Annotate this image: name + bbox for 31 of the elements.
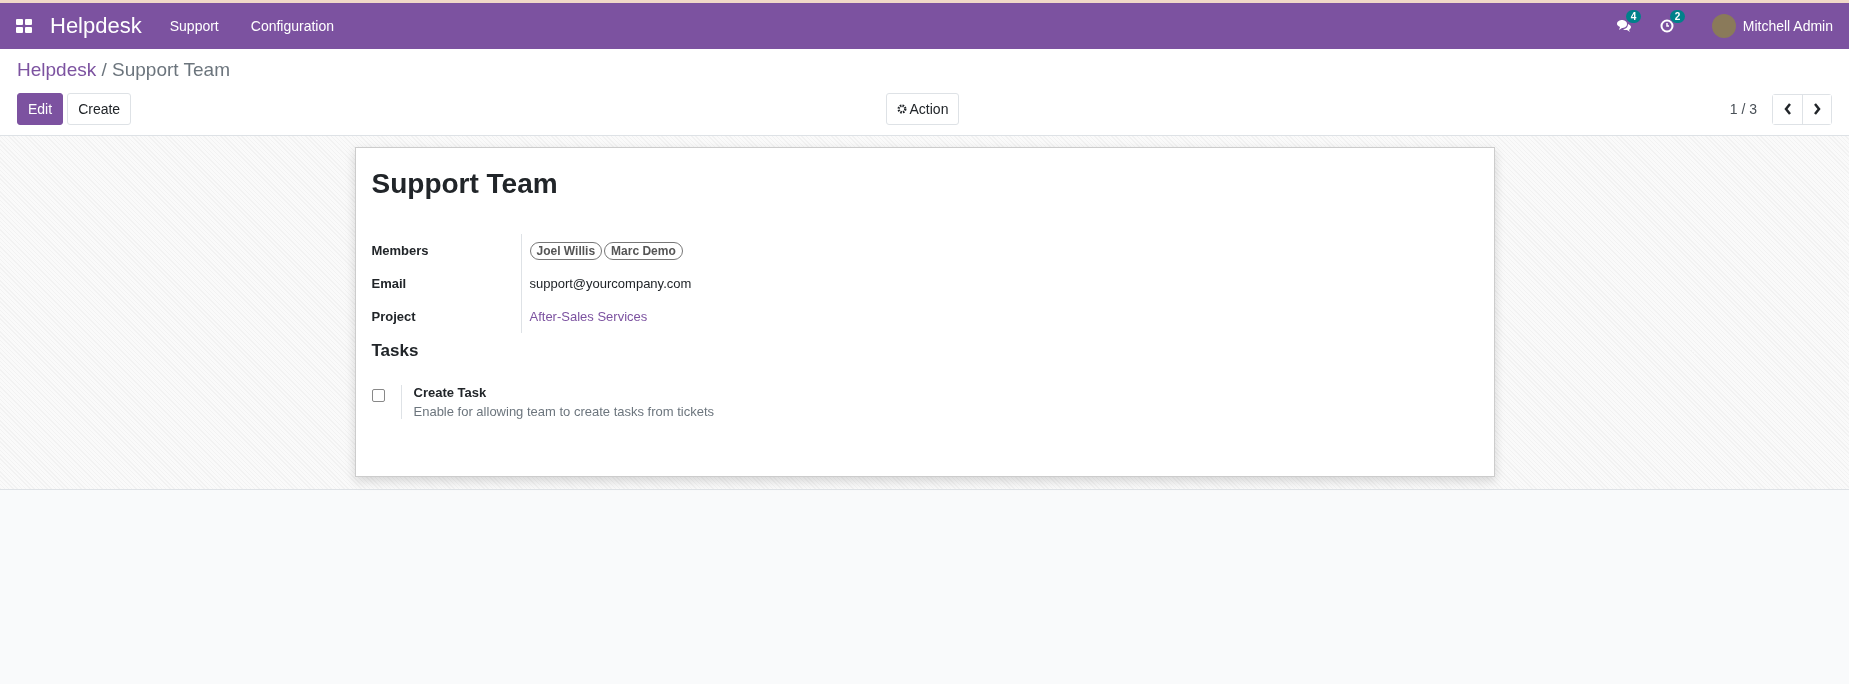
- pager-value: 1 / 3: [1729, 101, 1757, 117]
- edit-button[interactable]: Edit: [17, 93, 64, 125]
- checkbox[interactable]: [371, 389, 385, 402]
- breadcrumb-current: Support Team: [112, 59, 230, 80]
- breadcrumb-link[interactable]: Helpdesk: [17, 59, 97, 80]
- breadcrumb-separator: /: [101, 59, 107, 80]
- create-button[interactable]: Create: [67, 93, 132, 125]
- next-button[interactable]: [1802, 94, 1831, 124]
- activity-count-badge: 2: [1669, 10, 1686, 23]
- app-name[interactable]: Helpdesk: [50, 13, 142, 39]
- apps-grid-icon[interactable]: [16, 19, 32, 33]
- action-button[interactable]: Action: [885, 93, 960, 125]
- chat-icon[interactable]: [1615, 19, 1632, 33]
- field-label: Members: [371, 234, 522, 267]
- chevron-left-icon: [1783, 103, 1792, 115]
- message-count-badge: 4: [1625, 10, 1642, 23]
- setting-title: Create Task: [413, 385, 488, 400]
- field-value: support@yourcompany.com: [529, 276, 692, 291]
- field-label: Email: [371, 267, 522, 300]
- avatar-placeholder: [1711, 14, 1736, 38]
- setting-description: Enable for allowing team to create tasks from tickets: [413, 404, 715, 419]
- record-title: Support Team: [371, 168, 559, 200]
- project-link[interactable]: After-Sales Services: [529, 309, 648, 324]
- menu-item[interactable]: Configuration: [250, 18, 335, 34]
- user-name[interactable]: Mitchell Admin: [1742, 18, 1833, 34]
- menu-item[interactable]: Support: [169, 18, 219, 34]
- field-label: Project: [371, 300, 522, 333]
- chevron-right-icon: [1813, 103, 1821, 115]
- section-title: Tasks: [371, 341, 420, 361]
- gear-icon: [896, 104, 907, 114]
- clock-icon[interactable]: [1659, 19, 1674, 33]
